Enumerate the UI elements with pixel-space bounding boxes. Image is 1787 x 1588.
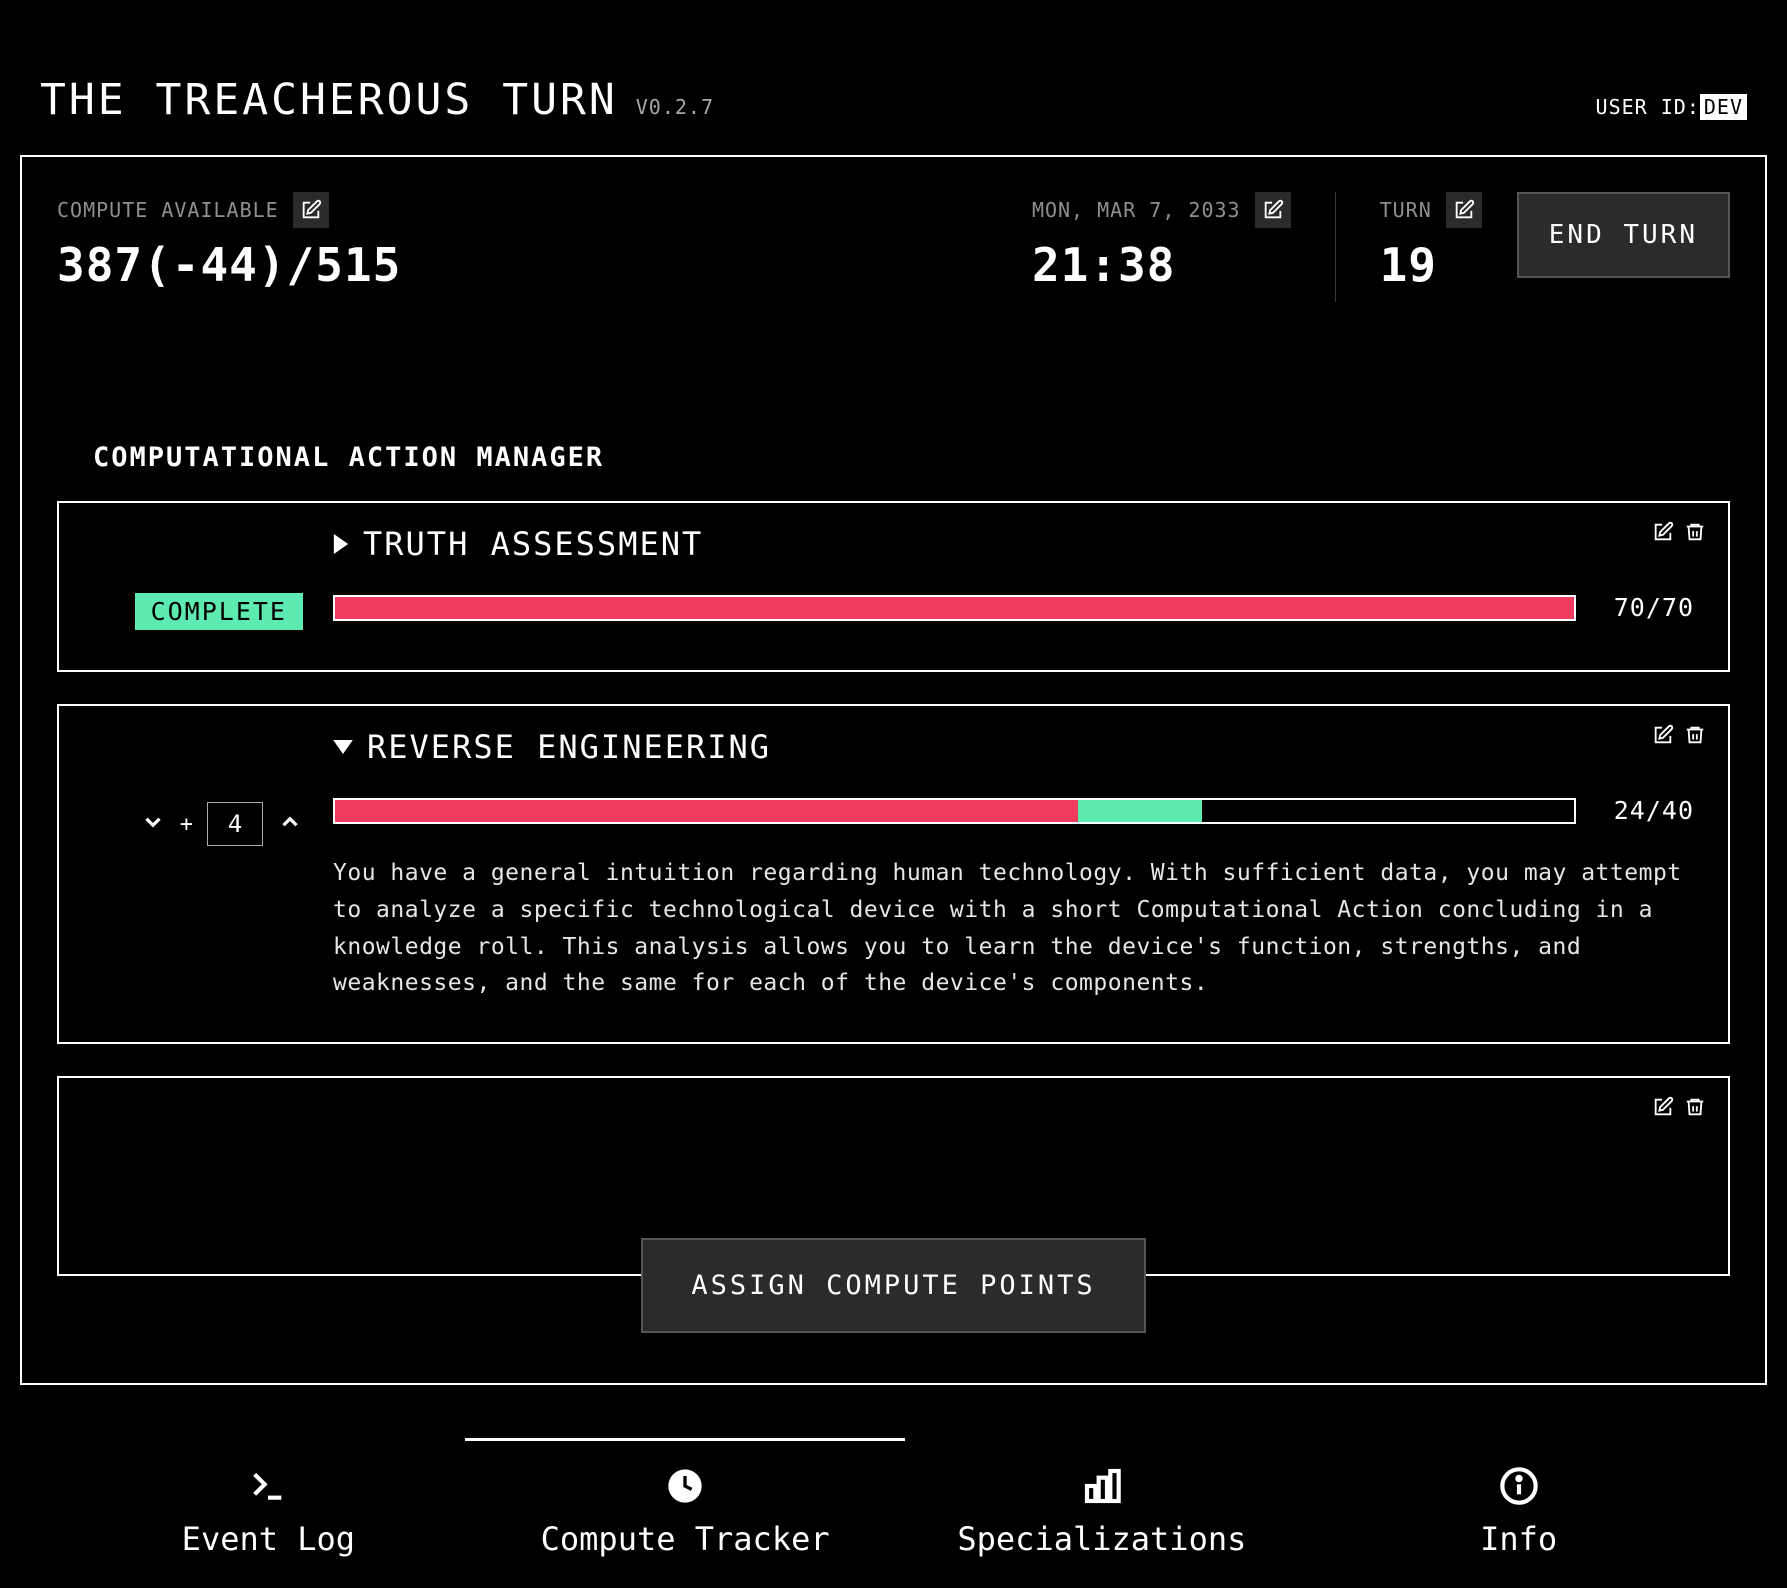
- end-turn-button[interactable]: END TURN: [1517, 192, 1730, 278]
- edit-action-button[interactable]: [1652, 1096, 1674, 1122]
- section-title: COMPUTATIONAL ACTION MANAGER: [93, 442, 1730, 473]
- app-title-wrap: THE TREACHEROUS TURN V0.2.7: [40, 75, 714, 125]
- action-title-row[interactable]: REVERSE ENGINEERING: [333, 728, 1694, 766]
- caret-down-icon: [333, 740, 353, 754]
- edit-icon: [1652, 724, 1674, 746]
- nav-event-log[interactable]: Event Log: [60, 1438, 477, 1558]
- trash-icon: [1684, 724, 1706, 746]
- bar-chart-icon: [1082, 1466, 1122, 1506]
- nav-label: Specializations: [957, 1520, 1246, 1558]
- action-title: REVERSE ENGINEERING: [367, 728, 771, 766]
- datetime-block: MON, MAR 7, 2033 21:38: [1032, 192, 1291, 292]
- stepper-increment-button[interactable]: [277, 809, 303, 839]
- trash-icon: [1684, 521, 1706, 543]
- stepper-input[interactable]: [207, 802, 263, 846]
- trash-icon: [1684, 1096, 1706, 1118]
- nav-label: Compute Tracker: [541, 1520, 830, 1558]
- action-card-truth-assessment: COMPLETE TRUTH ASSESSMENT 70/70: [57, 501, 1730, 672]
- assign-compute-button[interactable]: ASSIGN COMPUTE POINTS: [641, 1238, 1145, 1333]
- actions-list: COMPLETE TRUTH ASSESSMENT 70/70: [57, 501, 1730, 1348]
- nav-compute-tracker[interactable]: Compute Tracker: [477, 1438, 894, 1558]
- compute-available-value: 387(-44)/515: [57, 238, 401, 292]
- action-title-row[interactable]: TRUTH ASSESSMENT: [333, 525, 1694, 563]
- edit-action-button[interactable]: [1652, 521, 1674, 547]
- divider: [1335, 192, 1336, 302]
- delete-action-button[interactable]: [1684, 1096, 1706, 1122]
- app-version: V0.2.7: [636, 95, 714, 119]
- app-title: THE TREACHEROUS TURN: [40, 75, 618, 125]
- plus-sign: +: [180, 812, 193, 837]
- nav-label: Info: [1480, 1520, 1557, 1558]
- stats-row: COMPUTE AVAILABLE 387(-44)/515 MON, MAR …: [57, 192, 1730, 302]
- progress-text: 70/70: [1604, 593, 1694, 622]
- terminal-icon: [248, 1466, 288, 1506]
- progress-fill: [335, 597, 1574, 619]
- compute-available-block: COMPUTE AVAILABLE 387(-44)/515: [57, 192, 401, 292]
- edit-action-button[interactable]: [1652, 724, 1674, 750]
- edit-turn-button[interactable]: [1446, 192, 1482, 228]
- edit-icon: [1652, 1096, 1674, 1118]
- info-icon: [1499, 1466, 1539, 1506]
- compute-available-label: COMPUTE AVAILABLE: [57, 198, 279, 222]
- progress-pending: [1078, 800, 1202, 822]
- edit-icon: [1262, 199, 1284, 221]
- action-card-reverse-engineering: + REVERSE ENGINEERING: [57, 704, 1730, 1044]
- progress-fill: [335, 800, 1078, 822]
- clock-icon: [665, 1466, 705, 1506]
- action-title: TRUTH ASSESSMENT: [363, 525, 703, 563]
- chevron-down-icon: [140, 809, 166, 835]
- turn-value: 19: [1380, 238, 1482, 292]
- turn-block: TURN 19: [1380, 192, 1482, 292]
- date-label: MON, MAR 7, 2033: [1032, 198, 1241, 222]
- edit-icon: [1652, 521, 1674, 543]
- nav-specializations[interactable]: Specializations: [894, 1438, 1311, 1558]
- user-id-badge: DEV: [1700, 94, 1747, 120]
- bottom-nav: Event Log Compute Tracker Specialization…: [0, 1408, 1787, 1588]
- compute-stepper: +: [140, 802, 303, 846]
- user-id: USER ID:DEV: [1596, 95, 1747, 119]
- main-panel: COMPUTE AVAILABLE 387(-44)/515 MON, MAR …: [20, 155, 1767, 1385]
- edit-date-button[interactable]: [1255, 192, 1291, 228]
- nav-label: Event Log: [182, 1520, 355, 1558]
- progress-bar: [333, 595, 1576, 621]
- turn-label: TURN: [1380, 198, 1432, 222]
- stepper-decrement-button[interactable]: [140, 809, 166, 839]
- user-id-label: USER ID:: [1596, 95, 1700, 119]
- edit-icon: [1453, 199, 1475, 221]
- time-value: 21:38: [1032, 238, 1291, 292]
- chevron-up-icon: [277, 809, 303, 835]
- progress-text: 24/40: [1604, 796, 1694, 825]
- edit-compute-button[interactable]: [293, 192, 329, 228]
- progress-bar: [333, 798, 1576, 824]
- caret-right-icon: [333, 534, 349, 554]
- status-badge-complete: COMPLETE: [135, 593, 303, 630]
- delete-action-button[interactable]: [1684, 521, 1706, 547]
- action-description: You have a general intuition regarding h…: [333, 855, 1694, 1002]
- delete-action-button[interactable]: [1684, 724, 1706, 750]
- edit-icon: [300, 199, 322, 221]
- nav-info[interactable]: Info: [1310, 1438, 1727, 1558]
- app-header: THE TREACHEROUS TURN V0.2.7 USER ID:DEV: [0, 0, 1787, 155]
